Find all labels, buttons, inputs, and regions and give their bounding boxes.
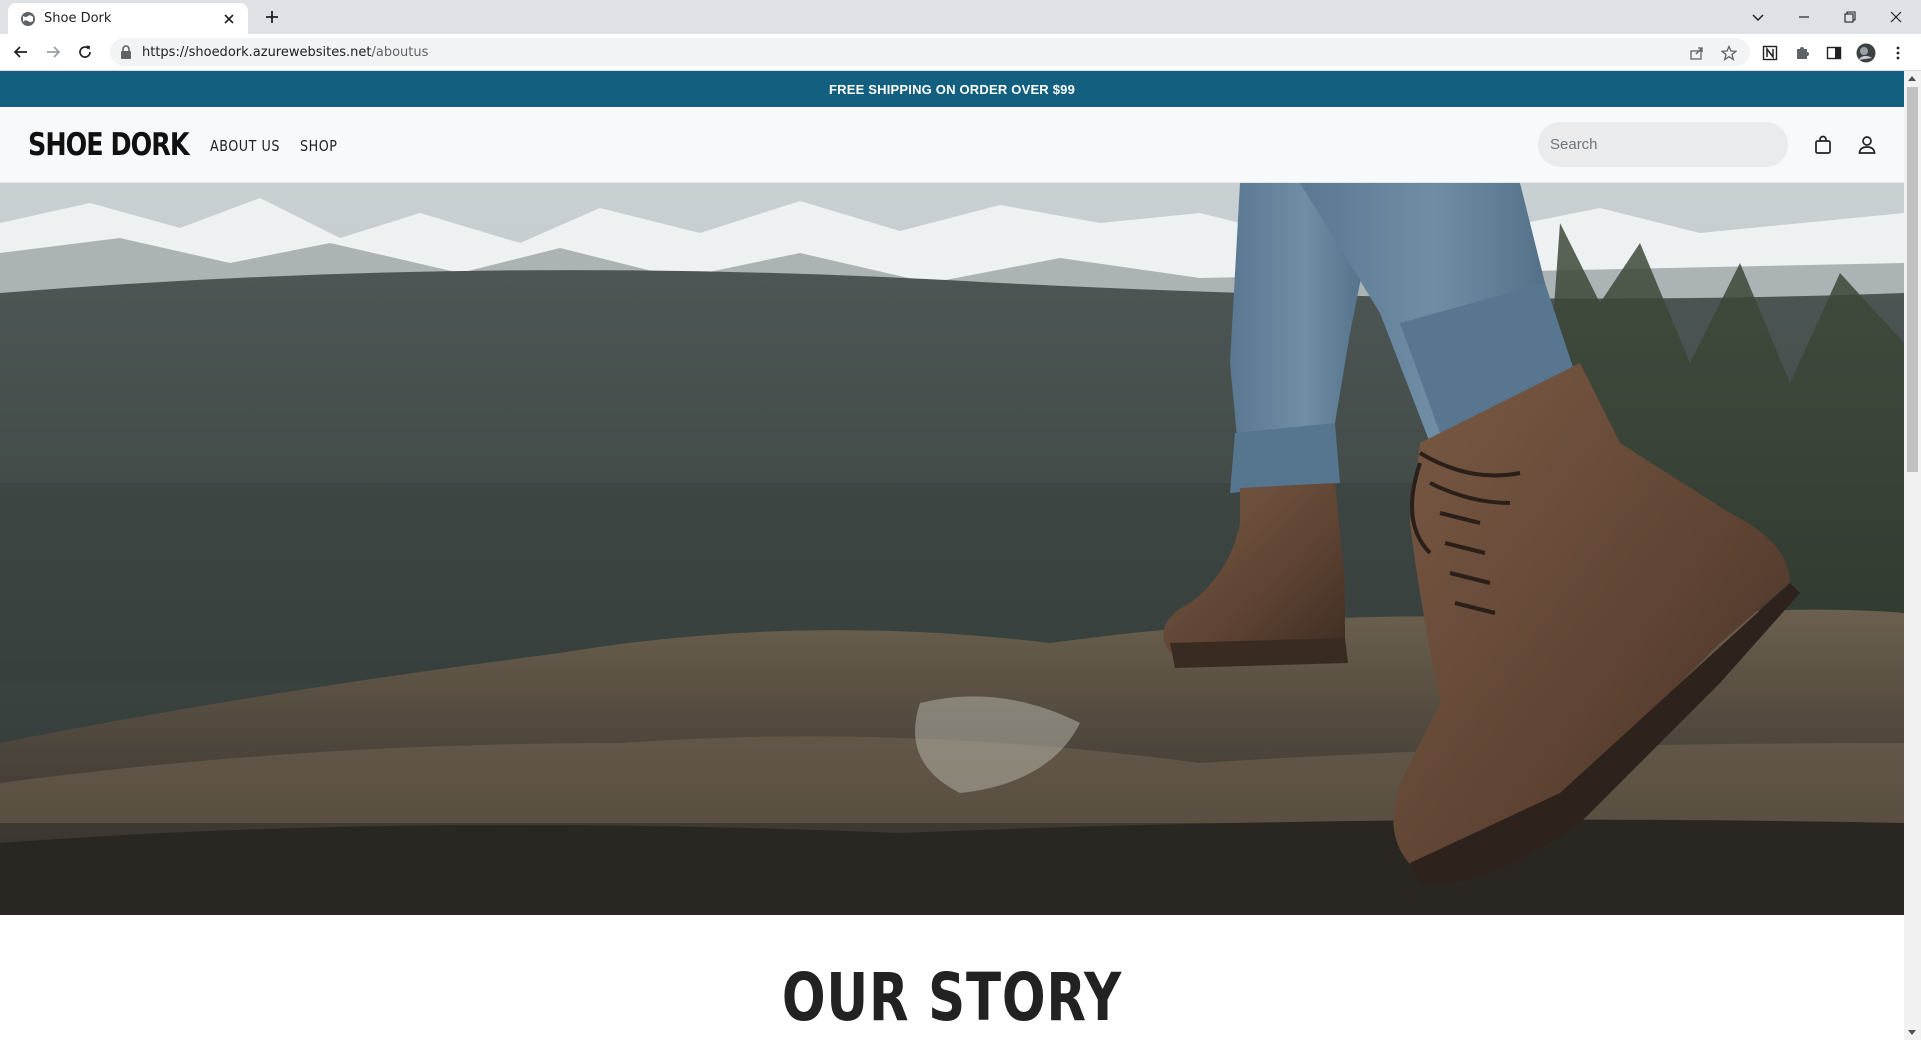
hero-boots-photo — [0, 183, 1904, 915]
side-panel-icon[interactable] — [1824, 43, 1844, 63]
browser-menu-icon[interactable] — [1888, 43, 1908, 63]
address-bar[interactable]: https://shoedork.azurewebsites.net/about… — [110, 38, 1750, 66]
close-tab-icon[interactable] — [222, 12, 236, 26]
extensions-puzzle-icon[interactable] — [1792, 43, 1812, 63]
share-icon[interactable] — [1687, 43, 1707, 63]
tab-search-icon[interactable] — [1746, 5, 1770, 29]
bookmark-star-icon[interactable] — [1719, 43, 1739, 63]
scroll-up-icon[interactable] — [1908, 76, 1916, 81]
user-icon[interactable] — [1856, 134, 1878, 156]
reload-icon[interactable] — [74, 41, 96, 63]
nav-shop[interactable]: SHOP — [300, 137, 337, 155]
site-logo[interactable]: SHOE DORK — [28, 127, 190, 163]
browser-tab-bar: Shoe Dork — [0, 0, 1921, 34]
our-story-heading: OUR STORY — [781, 959, 1123, 1036]
browser-toolbar: https://shoedork.azurewebsites.net/about… — [0, 34, 1921, 71]
search-input[interactable] — [1538, 122, 1788, 167]
promo-banner: FREE SHIPPING ON ORDER OVER $99 — [0, 71, 1904, 107]
back-icon[interactable] — [10, 41, 32, 63]
globe-icon — [21, 12, 35, 26]
restore-icon[interactable] — [1838, 5, 1862, 29]
shopping-bag-icon[interactable] — [1812, 134, 1834, 156]
browser-tab[interactable]: Shoe Dork — [8, 3, 248, 34]
minimize-icon[interactable] — [1792, 5, 1816, 29]
nav-about-us[interactable]: ABOUT US — [210, 137, 280, 155]
close-window-icon[interactable] — [1884, 5, 1908, 29]
profile-avatar[interactable] — [1856, 43, 1876, 63]
scrollbar-thumb[interactable] — [1907, 87, 1918, 472]
extension-n-icon[interactable] — [1760, 43, 1780, 63]
forward-icon[interactable] — [42, 41, 64, 63]
lock-icon[interactable] — [120, 45, 132, 59]
page-viewport: FREE SHIPPING ON ORDER OVER $99 SHOE DOR… — [0, 71, 1904, 1040]
site-header: SHOE DORK ABOUT US SHOP — [0, 107, 1904, 183]
tab-title: Shoe Dork — [44, 11, 112, 26]
hero-image — [0, 183, 1904, 915]
scroll-down-icon[interactable] — [1908, 1030, 1916, 1035]
page-scrollbar[interactable] — [1904, 71, 1921, 1040]
new-tab-icon[interactable] — [262, 7, 282, 27]
url-text: https://shoedork.azurewebsites.net/about… — [142, 45, 429, 60]
